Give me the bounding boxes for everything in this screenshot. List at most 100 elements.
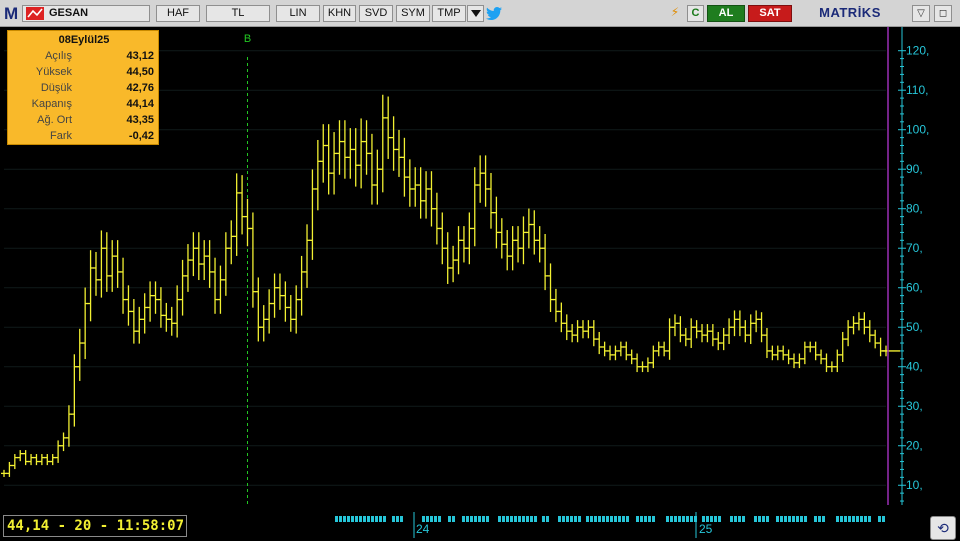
- timeline-block: [474, 516, 477, 522]
- timeline-block: [542, 516, 545, 522]
- al-button[interactable]: AL: [707, 5, 745, 22]
- ohlc-bar: [655, 341, 662, 357]
- sat-button[interactable]: SAT: [748, 5, 792, 22]
- axis-tick-label: 30,: [906, 399, 923, 413]
- refresh-icon[interactable]: ⟲: [930, 516, 956, 540]
- c-button[interactable]: C: [687, 5, 704, 22]
- timeline-block: [636, 516, 639, 522]
- ohlc-bar: [120, 257, 127, 314]
- timeline-block: [400, 516, 403, 522]
- lin-button[interactable]: LIN: [276, 5, 320, 22]
- triangle-down-icon[interactable]: [467, 5, 484, 22]
- timeline-block: [796, 516, 799, 522]
- sym-button[interactable]: SYM: [396, 5, 430, 22]
- ohlc-bar: [801, 341, 808, 365]
- ohlc-bar: [520, 216, 527, 265]
- minimize-icon[interactable]: ▽: [912, 5, 930, 22]
- ohlc-bar: [828, 361, 835, 373]
- timeline-label-24: 24: [416, 522, 430, 536]
- timeline-block: [570, 516, 573, 522]
- ohlc-bar: [60, 432, 67, 452]
- timeline-block: [678, 516, 681, 522]
- haf-button[interactable]: HAF: [156, 5, 200, 22]
- timeline-block: [652, 516, 655, 522]
- ohlc-bar: [439, 212, 446, 265]
- ohlc-bar: [807, 341, 814, 353]
- timeline-label-25: 25: [699, 522, 713, 536]
- ohlc-bar: [352, 128, 359, 187]
- timeline-block: [860, 516, 863, 522]
- info-row-diff: Fark -0,42: [50, 130, 154, 142]
- timeline-block: [784, 516, 787, 522]
- timeline-block: [546, 516, 549, 522]
- axis-tick-label: 120,: [906, 44, 929, 58]
- ohlc-bar: [38, 454, 45, 466]
- ohlc-bar: [574, 320, 581, 343]
- ohlc-bar: [374, 149, 381, 205]
- axis-tick-label: 100,: [906, 123, 929, 137]
- ohlc-bar: [401, 137, 408, 197]
- ohlc-bar: [249, 212, 256, 308]
- ohlc-bar: [28, 454, 35, 466]
- ohlc-bar: [304, 224, 311, 288]
- ohlc-bar: [233, 173, 240, 256]
- ohlc-bar: [780, 345, 787, 361]
- info-row-high: Yüksek 44,50: [35, 66, 154, 78]
- ohlc-bar: [71, 354, 78, 427]
- timeline-block: [359, 516, 362, 522]
- ohlc-bar: [834, 349, 841, 373]
- ohlc-bar: [222, 232, 229, 296]
- timeline-block: [738, 516, 741, 522]
- timeline-block: [644, 516, 647, 522]
- ohlc-bar: [498, 218, 505, 259]
- symbol-selector[interactable]: GESAN: [22, 5, 150, 22]
- timeline-block: [836, 516, 839, 522]
- ohlc-bar: [731, 310, 738, 337]
- timeline-block: [682, 516, 685, 522]
- timeline-block: [614, 516, 617, 522]
- timeline-block: [506, 516, 509, 522]
- timeline-block: [622, 516, 625, 522]
- ohlc-bar: [677, 316, 684, 343]
- ohlc-bar: [423, 171, 430, 219]
- timeline-block: [396, 516, 399, 522]
- timeline-block: [686, 516, 689, 522]
- ohlc-bar: [309, 169, 316, 260]
- ohlc-bar: [596, 331, 603, 355]
- timeline-block: [574, 516, 577, 522]
- timeline-block: [666, 516, 669, 522]
- ohlc-bar: [612, 345, 619, 361]
- tmp-button[interactable]: TMP: [432, 5, 466, 22]
- tl-button[interactable]: TL: [206, 5, 270, 22]
- ohlc-bar: [33, 454, 40, 466]
- ohlc-bar: [22, 450, 29, 466]
- ohlc-bar: [682, 328, 689, 347]
- ohlc-bar: [493, 196, 500, 249]
- khn-button[interactable]: KHN: [323, 5, 356, 22]
- timeline-block: [648, 516, 651, 522]
- timeline-block: [534, 516, 537, 522]
- ohlc-bar: [845, 320, 852, 347]
- ohlc-bar: [455, 226, 462, 275]
- ohlc-bar: [55, 440, 62, 463]
- timeline-block: [734, 516, 737, 522]
- timeline-block: [355, 516, 358, 522]
- timeline-block: [470, 516, 473, 522]
- svd-button[interactable]: SVD: [359, 5, 393, 22]
- timeline-block: [392, 516, 395, 522]
- timeline-block: [339, 516, 342, 522]
- ohlc-bar: [877, 337, 884, 357]
- twitter-bird-icon[interactable]: [485, 5, 503, 22]
- timeline-block: [754, 516, 757, 522]
- info-row-avg: Ağ. Ort 43,35: [37, 114, 154, 126]
- ohlc-bar: [11, 454, 18, 470]
- ohlc-bar: [379, 94, 386, 193]
- ohlc-bar: [87, 250, 94, 322]
- timeline-block: [766, 516, 769, 522]
- ohlc-bar: [168, 306, 175, 336]
- lightning-icon[interactable]: ⚡: [666, 5, 684, 22]
- maximize-icon[interactable]: ◻: [934, 5, 952, 22]
- ohlc-bar: [747, 314, 754, 345]
- ohlc-bar: [634, 353, 641, 373]
- axis-tick-label: 40,: [906, 360, 923, 374]
